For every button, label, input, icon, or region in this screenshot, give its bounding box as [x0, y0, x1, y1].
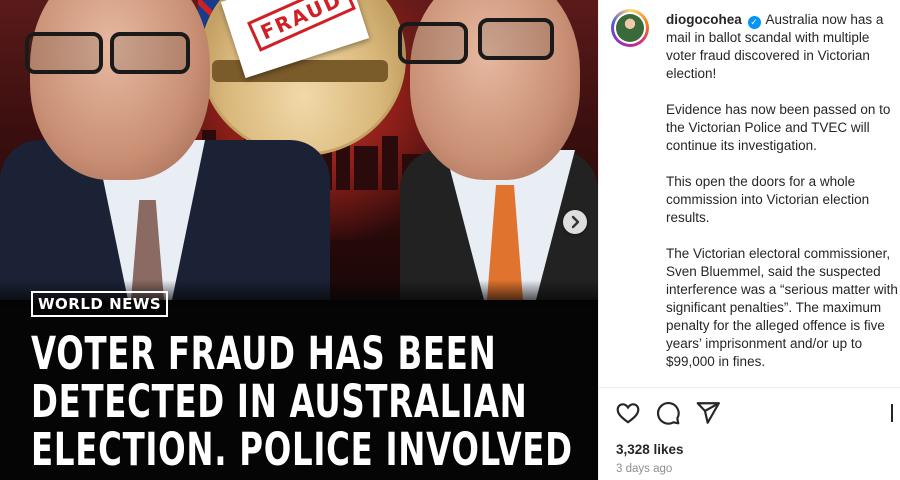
bookmark-icon[interactable]: [891, 400, 900, 426]
likes-count[interactable]: 3,328 likes: [616, 442, 684, 457]
glasses-right-lens1: [398, 22, 468, 64]
caption: diogocohea ✓ Australia now has a mail in…: [666, 11, 898, 389]
avatar-image: [616, 14, 644, 42]
action-bar: [615, 400, 900, 426]
verified-badge-icon: ✓: [747, 16, 761, 29]
glasses-right-lens2: [478, 18, 554, 60]
send-icon[interactable]: [695, 400, 721, 426]
person-left: [0, 0, 330, 300]
headline-line: ELECTION. POLICE INVOLVED: [31, 423, 573, 476]
glasses-left-lens2: [110, 32, 190, 74]
heart-icon[interactable]: [615, 400, 641, 426]
avatar[interactable]: [611, 9, 649, 47]
photo-area: FRAUD: [0, 0, 598, 300]
chevron-right-icon: [571, 215, 580, 229]
username-link[interactable]: diogocohea: [666, 12, 742, 27]
post-age[interactable]: 3 days ago: [616, 463, 672, 475]
comment-icon[interactable]: [655, 400, 681, 426]
caption-paragraph: This open the doors for a whole commissi…: [666, 174, 870, 225]
post-side-panel: diogocohea ✓ Australia now has a mail in…: [598, 0, 900, 480]
caption-paragraph: The Victorian electoral commissioner, Sv…: [666, 246, 898, 369]
glasses-left-lens1: [25, 32, 103, 74]
headline: VOTER FRAUD HAS BEEN DETECTED IN AUSTRAL…: [31, 327, 573, 476]
news-tag: WORLD NEWS: [31, 291, 169, 317]
divider: [599, 387, 900, 388]
post-image[interactable]: FRAUD WORLD NEWS VOTER FRAUD HAS BEEN DE…: [0, 0, 598, 480]
next-slide-button[interactable]: [563, 210, 587, 234]
caption-paragraph: Evidence has now been passed on to the V…: [666, 102, 891, 153]
headline-line: VOTER FRAUD HAS BEEN: [31, 327, 497, 380]
person-right: [390, 0, 598, 300]
head-left: [30, 0, 210, 180]
headline-line: DETECTED IN AUSTRALIAN: [31, 375, 528, 428]
